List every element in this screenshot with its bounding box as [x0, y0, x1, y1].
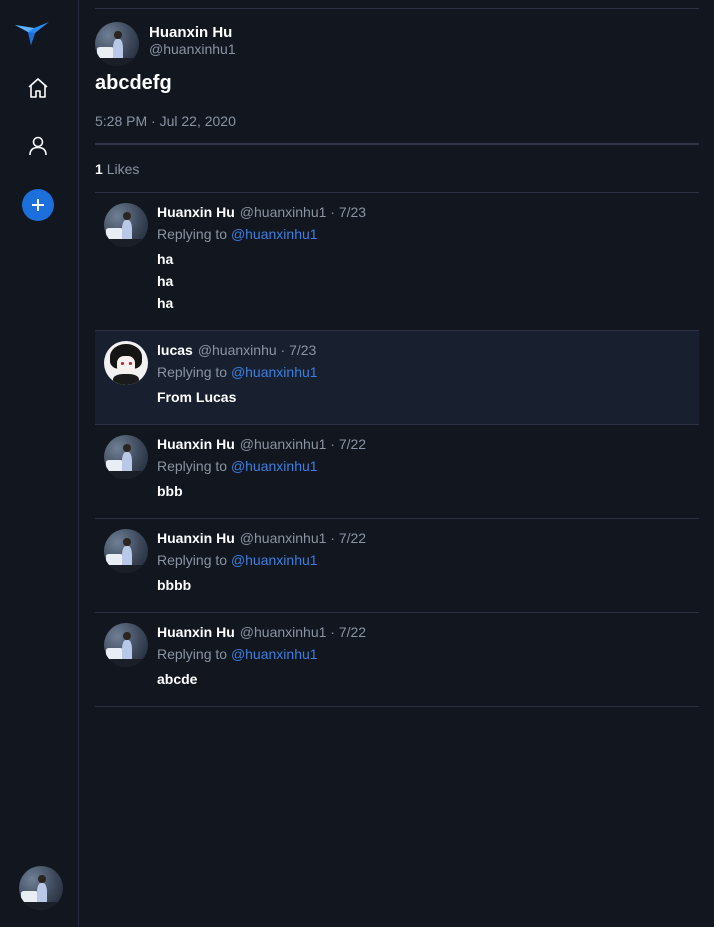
replying-to-label: Replying to — [157, 552, 231, 568]
post-timestamp: 5:28 PM · Jul 22, 2020 — [95, 113, 236, 129]
avatar[interactable] — [104, 435, 148, 479]
post-text: abcdefg — [95, 72, 172, 94]
reply-handle-date: @huanxinhu · 7/23 — [197, 342, 317, 358]
reply-text: bbb — [157, 480, 183, 502]
reply-item[interactable]: Huanxin Hu @huanxinhu1 · 7/22 Replying to … — [95, 424, 699, 518]
reply-author-name[interactable]: Huanxin Hu — [157, 530, 235, 546]
divider — [95, 8, 699, 9]
reply-list: Huanxin Hu @huanxinhu1 · 7/23 Replying to … — [95, 192, 699, 707]
reply-handle-date: @huanxinhu1 · 7/23 — [239, 204, 367, 220]
reply-item[interactable]: lucas @huanxinhu · 7/23 Replying to @huanx… — [95, 330, 699, 424]
avatar[interactable] — [104, 529, 148, 573]
replying-to: Replying to @huanxinhu1 — [157, 364, 318, 380]
app-root: Huanxin Hu @huanxinhu1 abcdefg 5:28 PM ·… — [0, 0, 714, 927]
likes-count[interactable]: 1 Likes — [95, 161, 139, 177]
reply-text: ha ha ha — [157, 248, 173, 314]
reply-text-line: bbbb — [157, 577, 192, 593]
plus-icon — [32, 199, 44, 211]
bird-logo-icon[interactable] — [14, 18, 50, 50]
reply-text-line: ha — [157, 273, 174, 289]
replying-to-label: Replying to — [157, 364, 231, 380]
replying-to-handle-link[interactable]: @huanxinhu1 — [231, 552, 318, 568]
replying-to-handle-link[interactable]: @huanxinhu1 — [231, 646, 318, 662]
reply-text-line: ha — [157, 295, 174, 311]
reply-author-name[interactable]: lucas — [157, 342, 193, 358]
reply-header: Huanxin Hu @huanxinhu1 · 7/22 — [157, 436, 366, 452]
replying-to-handle-link[interactable]: @huanxinhu1 — [231, 364, 318, 380]
replying-to-label: Replying to — [157, 226, 231, 242]
divider — [95, 706, 699, 707]
reply-author-name[interactable]: Huanxin Hu — [157, 624, 235, 640]
post-author[interactable]: Huanxin Hu @huanxinhu1 — [95, 22, 395, 66]
reply-handle-date: @huanxinhu1 · 7/22 — [239, 530, 367, 546]
home-icon[interactable] — [20, 70, 56, 106]
user-icon[interactable] — [20, 128, 56, 164]
avatar[interactable] — [95, 22, 139, 66]
reply-header: Huanxin Hu @huanxinhu1 · 7/23 — [157, 204, 366, 220]
reply-handle-date: @huanxinhu1 · 7/22 — [239, 624, 367, 640]
reply-author-name[interactable]: Huanxin Hu — [157, 436, 235, 452]
divider — [95, 143, 699, 145]
sidebar — [0, 0, 79, 927]
replying-to: Replying to @huanxinhu1 — [157, 552, 318, 568]
reply-header: Huanxin Hu @huanxinhu1 · 7/22 — [157, 624, 366, 640]
avatar[interactable] — [104, 341, 148, 385]
replying-to-handle-link[interactable]: @huanxinhu1 — [231, 226, 318, 242]
reply-text: From Lucas — [157, 386, 236, 408]
compose-button[interactable] — [22, 189, 54, 221]
avatar[interactable] — [104, 203, 148, 247]
reply-text-line: abcde — [157, 671, 198, 687]
replying-to-label: Replying to — [157, 458, 231, 474]
reply-header: Huanxin Hu @huanxinhu1 · 7/22 — [157, 530, 366, 546]
reply-item[interactable]: Huanxin Hu @huanxinhu1 · 7/22 Replying to … — [95, 518, 699, 612]
reply-text-line: ha — [157, 251, 174, 267]
likes-label: Likes — [106, 161, 140, 177]
reply-item[interactable]: Huanxin Hu @huanxinhu1 · 7/22 Replying to … — [95, 612, 699, 706]
reply-text-line: bbb — [157, 483, 183, 499]
post-author-handle[interactable]: @huanxinhu1 — [149, 41, 236, 57]
post-author-name[interactable]: Huanxin Hu — [149, 24, 232, 41]
replying-to-handle-link[interactable]: @huanxinhu1 — [231, 458, 318, 474]
reply-author-name[interactable]: Huanxin Hu — [157, 204, 235, 220]
replying-to: Replying to @huanxinhu1 — [157, 458, 318, 474]
reply-handle-date: @huanxinhu1 · 7/22 — [239, 436, 367, 452]
reply-text: abcde — [157, 668, 197, 690]
reply-text: bbbb — [157, 574, 191, 596]
reply-item[interactable]: Huanxin Hu @huanxinhu1 · 7/23 Replying to … — [95, 192, 699, 330]
account-avatar[interactable] — [19, 866, 63, 910]
replying-to: Replying to @huanxinhu1 — [157, 646, 318, 662]
replying-to: Replying to @huanxinhu1 — [157, 226, 318, 242]
reply-text-line: From Lucas — [157, 389, 237, 405]
avatar[interactable] — [104, 623, 148, 667]
reply-header: lucas @huanxinhu · 7/23 — [157, 342, 316, 358]
replying-to-label: Replying to — [157, 646, 231, 662]
likes-number: 1 — [95, 161, 103, 177]
